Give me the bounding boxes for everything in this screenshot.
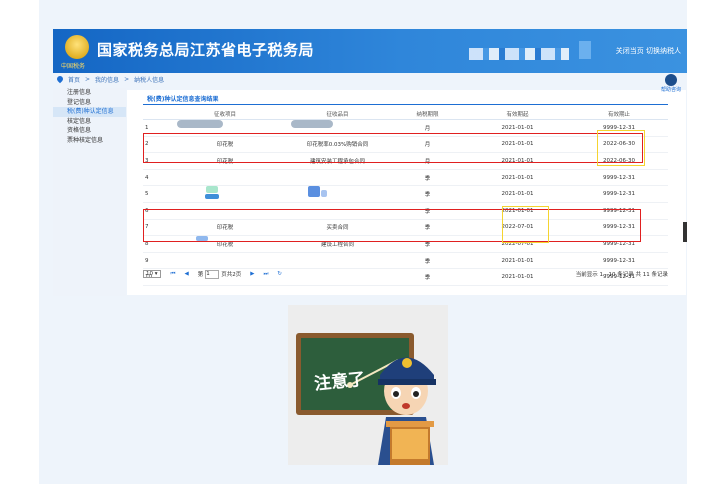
table-row: 5 季 2021-01-01 9999-12-31	[143, 185, 668, 203]
redaction-blur	[308, 186, 320, 197]
cell-tax-period: 季	[390, 169, 465, 187]
cell-levy-item	[165, 252, 285, 270]
page-total: 页共2页	[221, 272, 242, 278]
cell-valid-to: 9999-12-31	[570, 185, 668, 203]
page-number-value: 1	[206, 270, 210, 277]
table-row: 9 季 2021-01-01 9999-12-31	[143, 252, 668, 270]
cell-index: 5	[143, 185, 165, 203]
page-title: 国家税务总局江苏省电子税务局	[97, 41, 315, 59]
sidebar-item-assessment[interactable]: 核定信息	[53, 117, 126, 127]
highlight-box-red	[143, 209, 641, 242]
refresh-icon[interactable]: ↻	[277, 271, 282, 277]
notice-illustration: 注意了	[288, 305, 448, 465]
sidebar-item-invoice-types[interactable]: 票种核定信息	[53, 136, 126, 146]
sidebar-item-registration[interactable]: 注册信息	[53, 88, 126, 98]
breadcrumb-sep: >	[124, 75, 130, 83]
help-label: 帮助咨询	[660, 87, 681, 93]
cell-index: 4	[143, 169, 165, 187]
notice-cartoon	[296, 333, 436, 465]
page-label: 第	[197, 272, 204, 278]
highlight-box-yellow	[502, 206, 549, 243]
last-page-icon[interactable]: ⏭	[263, 271, 268, 278]
header-links[interactable]: 关闭当页 切换纳税人	[616, 46, 681, 56]
highlight-box-red	[143, 133, 643, 163]
col-header-valid-to: 有效期止	[570, 108, 668, 120]
breadcrumb-taxpayer-info[interactable]: 纳税人信息	[134, 75, 164, 84]
cell-tax-period: 季	[390, 252, 465, 270]
record-summary: 当前显示 1 - 10 条记录 共 11 条记录	[575, 272, 668, 278]
cell-levy-subitem	[285, 169, 390, 187]
prev-page-icon[interactable]: ◀	[184, 271, 188, 277]
table-row: 4 季 2021-01-01 9999-12-31	[143, 169, 668, 187]
col-header-levy-subitem: 征收品目	[285, 108, 390, 120]
section-divider	[143, 104, 668, 105]
col-header-valid-from: 有效期起	[465, 108, 570, 120]
sidebar-item-enrollment[interactable]: 登记信息	[53, 98, 126, 108]
redaction-blur	[321, 190, 327, 197]
help-consult-button[interactable]: 帮助咨询	[657, 74, 685, 93]
highlight-box-yellow	[597, 130, 645, 166]
sidebar-item-qualification[interactable]: 资格信息	[53, 126, 126, 136]
cell-index: 9	[143, 252, 165, 270]
breadcrumb-home[interactable]: 首页	[68, 75, 80, 84]
cell-levy-item	[165, 185, 285, 203]
tax-emblem-icon	[65, 35, 89, 59]
emblem-text: 中国税务	[61, 63, 86, 70]
col-header-tax-period: 纳税期限	[390, 108, 465, 120]
redaction-blur	[291, 120, 333, 128]
cell-levy-subitem	[285, 252, 390, 270]
sidebar-item-tax-types[interactable]: 税(费)种认定信息	[53, 107, 126, 117]
sidebar: 注册信息 登记信息 税(费)种认定信息 核定信息 资格信息 票种核定信息	[53, 88, 126, 296]
breadcrumb: 首页 > 我的信息 > 纳税人信息	[55, 73, 164, 85]
redaction-blur	[205, 194, 219, 199]
notice-text: 注意了	[313, 369, 367, 395]
cell-levy-item	[165, 169, 285, 187]
cell-valid-from: 2021-01-01	[465, 185, 570, 203]
side-tab[interactable]	[683, 222, 687, 242]
next-page-icon[interactable]: ▶	[250, 271, 254, 277]
cell-valid-to: 9999-12-31	[570, 169, 668, 187]
customer-service-icon	[665, 74, 677, 86]
breadcrumb-sep: >	[85, 75, 91, 83]
first-page-icon[interactable]: ⏮	[171, 271, 176, 278]
mosaic-blur	[579, 41, 591, 59]
pagination-bar: 10 ▾ ⏮ ◀ 第 1 页共2页 ▶ ⏭ ↻ 当前显示 1 - 10 条记录 …	[143, 268, 668, 280]
cell-valid-from: 2021-01-01	[465, 169, 570, 187]
cell-valid-to: 9999-12-31	[570, 252, 668, 270]
col-header-index	[143, 108, 165, 120]
redaction-blur	[206, 186, 218, 193]
page-size-select[interactable]: 10 ▾	[143, 270, 161, 278]
col-header-levy-item: 征收项目	[165, 108, 285, 120]
breadcrumb-my-info[interactable]: 我的信息	[95, 75, 119, 84]
section-title: 税(费)种认定信息查询结果	[147, 96, 219, 103]
mosaic-blur	[469, 48, 569, 60]
cell-levy-subitem	[285, 185, 390, 203]
table-header-row: 征收项目 征收品目 纳税期限 有效期起 有效期止	[143, 108, 668, 120]
app-header: 中国税务 国家税务总局江苏省电子税务局 关闭当页 切换纳税人	[53, 29, 687, 73]
location-pin-icon	[55, 74, 65, 84]
cell-tax-period: 季	[390, 185, 465, 203]
cell-valid-from: 2021-01-01	[465, 252, 570, 270]
page-number-input[interactable]: 1	[205, 269, 220, 279]
redaction-blur	[177, 120, 223, 128]
